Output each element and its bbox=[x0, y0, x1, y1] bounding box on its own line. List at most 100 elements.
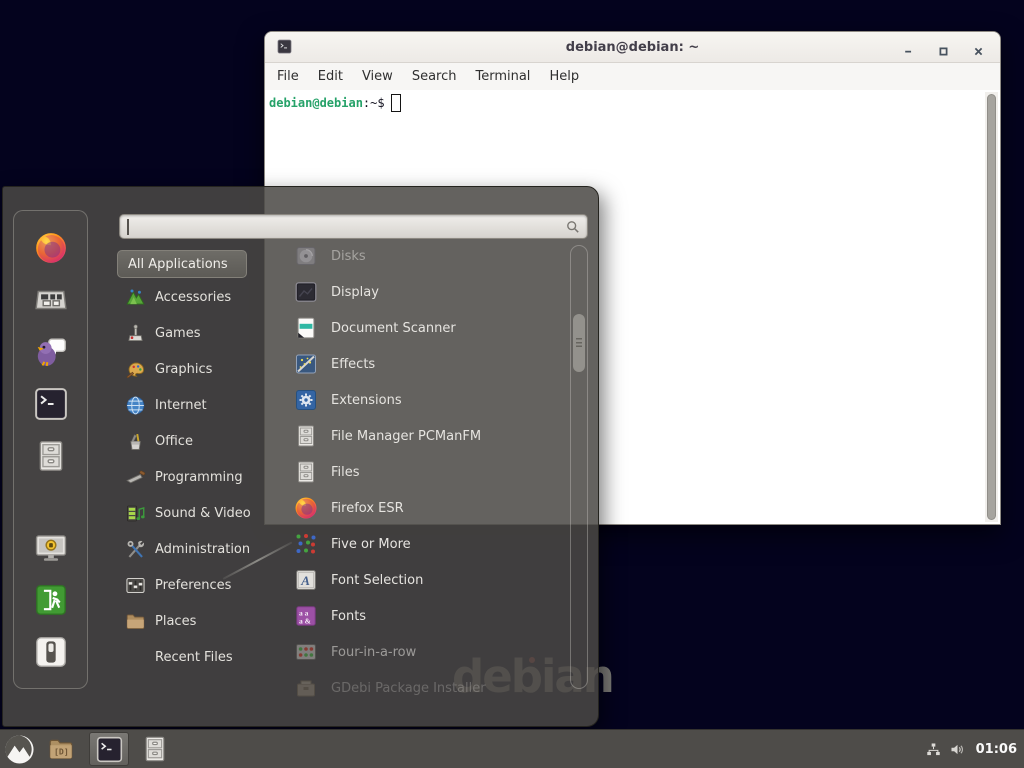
app-effects[interactable]: Effects bbox=[286, 346, 568, 382]
menu-button[interactable] bbox=[4, 734, 35, 765]
menu-search[interactable]: Search bbox=[412, 69, 457, 84]
four-in-a-row-icon bbox=[294, 640, 318, 664]
prompt-suffix: :~$ bbox=[363, 96, 385, 110]
favorite-files[interactable] bbox=[34, 439, 68, 473]
svg-text:a &: a & bbox=[299, 616, 311, 625]
firefox-icon bbox=[294, 496, 318, 520]
category-accessories[interactable]: Accessories bbox=[115, 279, 283, 315]
svg-text:A: A bbox=[300, 573, 310, 588]
category-label: Recent Files bbox=[155, 650, 233, 665]
category-games[interactable]: Games bbox=[115, 315, 283, 351]
app-four-in-a-row[interactable]: Four-in-a-row bbox=[286, 634, 568, 670]
app-list-scrollbar[interactable] bbox=[570, 245, 588, 689]
taskbar-terminal-button[interactable] bbox=[89, 732, 129, 766]
terminal-menubar: File Edit View Search Terminal Help bbox=[265, 63, 1000, 90]
all-applications-button[interactable]: All Applications bbox=[117, 250, 247, 278]
app-file-manager-pcmanfm[interactable]: File Manager PCManFM bbox=[286, 418, 568, 454]
favorite-keyboard[interactable] bbox=[34, 283, 68, 317]
category-sound-video[interactable]: Sound & Video bbox=[115, 495, 283, 531]
preferences-icon bbox=[125, 575, 146, 596]
shutdown-icon bbox=[34, 654, 68, 673]
app-label: Four-in-a-row bbox=[331, 645, 416, 660]
app-label: Font Selection bbox=[331, 573, 423, 588]
taskbar-folder-icon[interactable]: [D] bbox=[46, 734, 76, 764]
category-places[interactable]: Places bbox=[115, 603, 283, 639]
app-label: Document Scanner bbox=[331, 321, 456, 336]
text-cursor bbox=[127, 219, 129, 235]
clock[interactable]: 01:06 bbox=[976, 742, 1017, 757]
terminal-scrollbar-thumb[interactable] bbox=[987, 94, 996, 520]
application-list: Disks Display Document Scanner Effects E… bbox=[286, 238, 568, 708]
cabinet-icon bbox=[294, 424, 318, 448]
app-document-scanner[interactable]: Document Scanner bbox=[286, 310, 568, 346]
effects-icon bbox=[294, 352, 318, 376]
category-internet[interactable]: Internet bbox=[115, 387, 283, 423]
svg-text:[D]: [D] bbox=[54, 746, 69, 756]
network-icon[interactable] bbox=[925, 741, 942, 758]
internet-icon bbox=[125, 395, 146, 416]
all-applications-label: All Applications bbox=[128, 257, 228, 272]
app-firefox-esr[interactable]: Firefox ESR bbox=[286, 490, 568, 526]
minimize-button[interactable] bbox=[903, 42, 914, 53]
taskbar: [D] 01:06 bbox=[0, 729, 1024, 768]
terminal-app-icon bbox=[277, 39, 292, 54]
app-label: Fonts bbox=[331, 609, 366, 624]
app-label: Display bbox=[331, 285, 379, 300]
app-label: Files bbox=[331, 465, 360, 480]
search-input[interactable] bbox=[119, 214, 588, 239]
app-fonts[interactable]: a aa & Fonts bbox=[286, 598, 568, 634]
volume-icon[interactable] bbox=[949, 741, 966, 758]
favorite-terminal[interactable] bbox=[34, 387, 68, 421]
favorite-pidgin[interactable] bbox=[34, 335, 68, 369]
category-label: Administration bbox=[155, 542, 250, 557]
menu-view[interactable]: View bbox=[362, 69, 393, 84]
app-label: File Manager PCManFM bbox=[331, 429, 481, 444]
terminal-scrollbar[interactable] bbox=[985, 92, 998, 522]
application-menu: All Applications Accessories Games Graph… bbox=[2, 186, 599, 727]
favorite-logout[interactable] bbox=[34, 583, 68, 617]
display-icon bbox=[294, 280, 318, 304]
favorite-firefox[interactable] bbox=[34, 231, 68, 265]
app-disks[interactable]: Disks bbox=[286, 238, 568, 274]
category-recent-files[interactable]: Recent Files bbox=[115, 639, 283, 675]
menu-edit[interactable]: Edit bbox=[318, 69, 343, 84]
category-graphics[interactable]: Graphics bbox=[115, 351, 283, 387]
sound-video-icon bbox=[125, 503, 146, 524]
close-button[interactable] bbox=[973, 42, 984, 53]
app-label: Effects bbox=[331, 357, 375, 372]
favorite-lock-screen[interactable] bbox=[34, 531, 68, 565]
document-scanner-icon bbox=[294, 316, 318, 340]
app-extensions[interactable]: Extensions bbox=[286, 382, 568, 418]
firefox-icon bbox=[34, 250, 68, 269]
app-label: Extensions bbox=[331, 393, 402, 408]
extensions-icon bbox=[294, 388, 318, 412]
category-label: Preferences bbox=[155, 578, 231, 593]
menu-help[interactable]: Help bbox=[549, 69, 579, 84]
administration-icon bbox=[125, 539, 146, 560]
app-display[interactable]: Display bbox=[286, 274, 568, 310]
lock-screen-icon bbox=[34, 550, 68, 569]
category-label: Graphics bbox=[155, 362, 212, 377]
terminal-titlebar[interactable]: debian@debian: ~ bbox=[265, 32, 1000, 63]
menu-terminal[interactable]: Terminal bbox=[475, 69, 530, 84]
category-programming[interactable]: Programming bbox=[115, 459, 283, 495]
system-tray: 01:06 bbox=[925, 741, 1024, 758]
app-list-scrollbar-thumb[interactable] bbox=[573, 314, 585, 372]
category-preferences[interactable]: Preferences bbox=[115, 567, 283, 603]
app-label: Disks bbox=[331, 249, 366, 264]
cabinet-icon bbox=[294, 460, 318, 484]
category-office[interactable]: Office bbox=[115, 423, 283, 459]
taskbar-files-icon[interactable] bbox=[140, 734, 170, 764]
app-gdebi-package-installer[interactable]: GDebi Package Installer bbox=[286, 670, 568, 706]
app-font-selection[interactable]: A Font Selection bbox=[286, 562, 568, 598]
games-icon bbox=[125, 323, 146, 344]
menu-file[interactable]: File bbox=[277, 69, 299, 84]
app-five-or-more[interactable]: Five or More bbox=[286, 526, 568, 562]
app-files[interactable]: Files bbox=[286, 454, 568, 490]
maximize-button[interactable] bbox=[938, 42, 949, 53]
app-label: GDebi Package Installer bbox=[331, 681, 486, 696]
favorite-shutdown[interactable] bbox=[34, 635, 68, 669]
graphics-icon bbox=[125, 359, 146, 380]
search-icon bbox=[565, 219, 581, 235]
category-label: Office bbox=[155, 434, 193, 449]
